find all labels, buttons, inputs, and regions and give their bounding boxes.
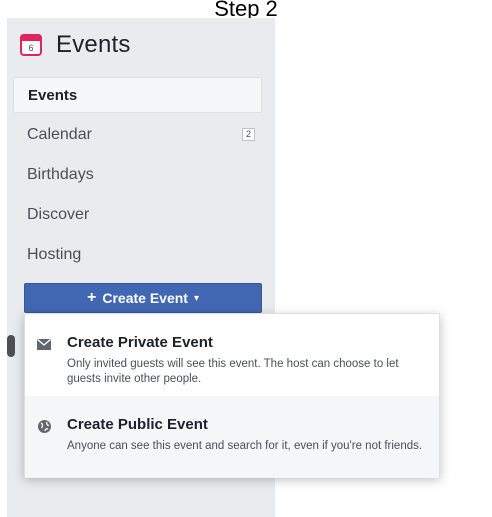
sidebar-item-events[interactable]: Events (13, 77, 262, 113)
plus-icon: + (87, 289, 97, 306)
page: Step 2 6 Events Events Calendar 2 Birthd… (0, 0, 492, 517)
calendar-icon: 6 (20, 34, 42, 56)
sidebar-item-birthdays[interactable]: Birthdays (13, 157, 262, 193)
menu-item-create-public-event[interactable]: Create Public Event Anyone can see this … (25, 396, 439, 478)
menu-item-description: Anyone can see this event and search for… (67, 440, 423, 452)
envelope-icon (36, 336, 52, 352)
menu-item-title: Create Private Event (67, 334, 213, 351)
menu-item-title: Create Public Event (67, 416, 208, 433)
sidebar-item-label: Discover (27, 206, 90, 223)
create-event-menu: Create Private Event Only invited guests… (24, 313, 440, 478)
sidebar-nav: Events Calendar 2 Birthdays Discover Hos… (13, 77, 262, 277)
create-event-label: Create Event (102, 290, 188, 306)
page-title: Events (56, 31, 131, 58)
count-badge: 2 (242, 128, 255, 141)
sidebar-item-discover[interactable]: Discover (13, 197, 262, 233)
globe-icon (36, 418, 52, 434)
calendar-day: 6 (28, 43, 34, 53)
chevron-down-icon: ▾ (193, 292, 199, 304)
create-event-button[interactable]: + Create Event ▾ (24, 283, 262, 313)
events-header: 6 Events (20, 30, 131, 60)
sidebar-item-label: Events (28, 86, 78, 104)
sidebar-item-hosting[interactable]: Hosting (13, 237, 262, 273)
sidebar-item-calendar[interactable]: Calendar 2 (13, 117, 262, 153)
sidebar-item-label: Hosting (27, 246, 82, 263)
menu-item-create-private-event[interactable]: Create Private Event Only invited guests… (25, 314, 439, 396)
menu-item-description: Only invited guests will see this event.… (67, 358, 399, 385)
sidebar-item-label: Calendar (27, 126, 92, 143)
sidebar-item-label: Birthdays (27, 166, 94, 183)
sidebar-edge-marker (7, 335, 15, 357)
